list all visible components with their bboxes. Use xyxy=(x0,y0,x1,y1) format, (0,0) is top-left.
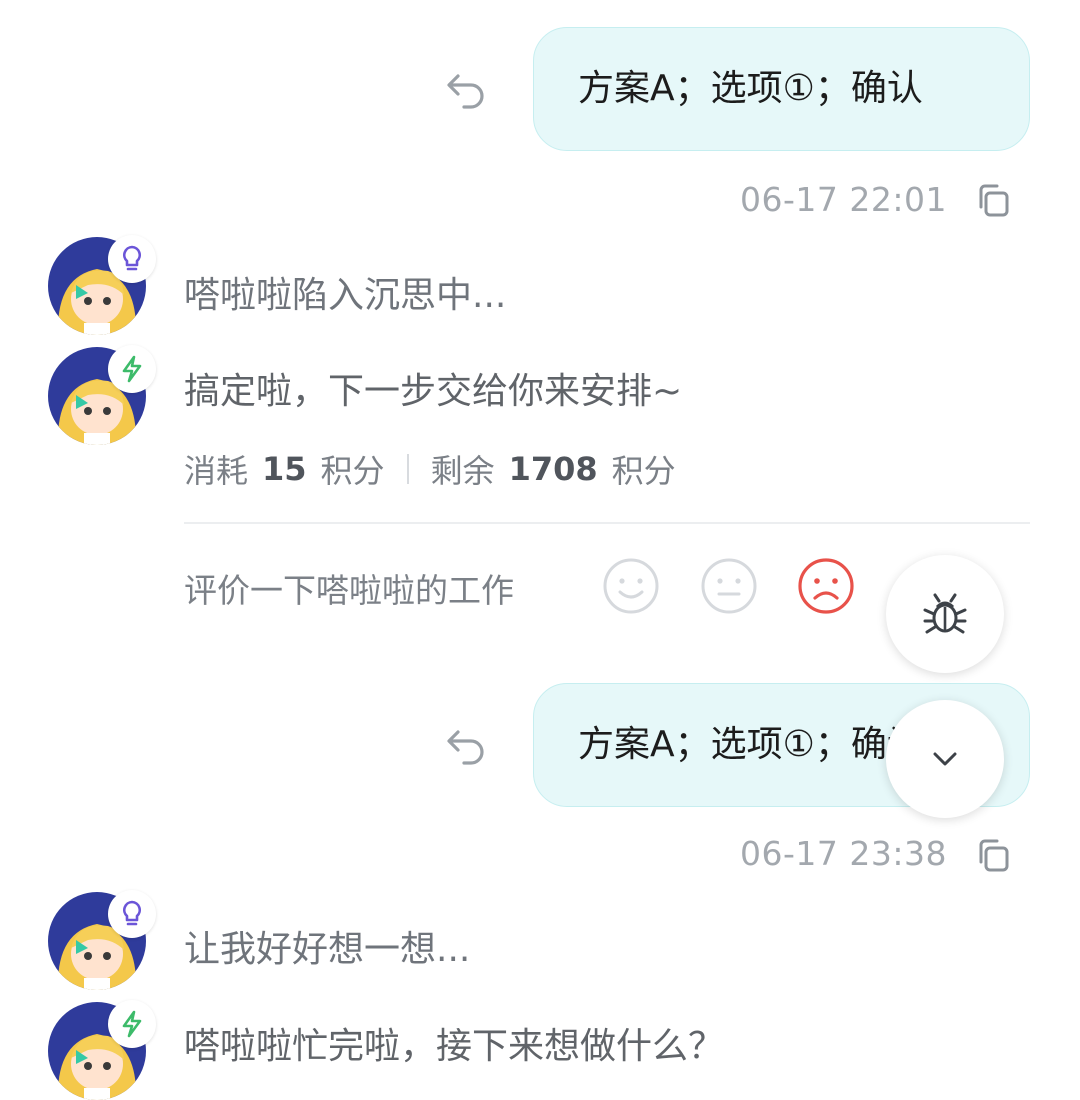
bot-avatar xyxy=(48,890,156,990)
frown-icon[interactable] xyxy=(797,557,855,615)
remaining-unit: 积分 xyxy=(611,452,676,490)
credit-usage-stats: 消耗 15 积分 剩余 1708 积分 xyxy=(184,446,676,492)
bot-avatar xyxy=(48,235,156,335)
copy-icon[interactable] xyxy=(975,836,1015,876)
bot-avatar xyxy=(48,345,156,445)
user-message-text: 方案A；选项①；确认 xyxy=(578,724,923,765)
bot-avatar xyxy=(48,1000,156,1100)
message-timestamp: 06-17 23:38 xyxy=(740,834,947,873)
stats-separator xyxy=(406,454,409,484)
user-message-text: 方案A；选项①；确认 xyxy=(578,68,923,109)
consumed-value: 15 xyxy=(262,450,307,488)
consumed-label: 消耗 xyxy=(184,452,249,490)
neutral-icon[interactable] xyxy=(700,557,758,615)
lightbulb-icon xyxy=(108,890,156,938)
bot-thinking-text: 嗒啦啦陷入沉思中... xyxy=(184,275,507,316)
chevron-down-icon xyxy=(933,752,957,766)
message-timestamp: 06-17 22:01 xyxy=(740,180,947,219)
reply-icon[interactable] xyxy=(444,724,488,768)
remaining-value: 1708 xyxy=(508,450,598,488)
user-message-bubble[interactable]: 方案A；选项①；确认 xyxy=(533,27,1030,151)
scroll-down-button[interactable] xyxy=(886,700,1004,818)
consumed-unit: 积分 xyxy=(320,452,385,490)
lightbulb-icon xyxy=(108,235,156,283)
bot-thinking-text: 让我好好想一想... xyxy=(184,929,471,970)
remaining-label: 剩余 xyxy=(430,452,495,490)
lightning-icon xyxy=(108,1000,156,1048)
smile-icon[interactable] xyxy=(602,557,660,615)
lightning-icon xyxy=(108,345,156,393)
reply-icon[interactable] xyxy=(444,68,488,112)
bot-reply-text: 搞定啦，下一步交给你来安排~ xyxy=(184,371,683,412)
bot-reply-text: 嗒啦啦忙完啦，接下来想做什么？ xyxy=(184,1026,725,1067)
bug-icon xyxy=(923,593,967,634)
copy-icon[interactable] xyxy=(975,181,1015,221)
divider xyxy=(184,522,1030,524)
rating-prompt: 评价一下嗒啦啦的工作 xyxy=(184,571,514,610)
debug-button[interactable] xyxy=(886,555,1004,673)
